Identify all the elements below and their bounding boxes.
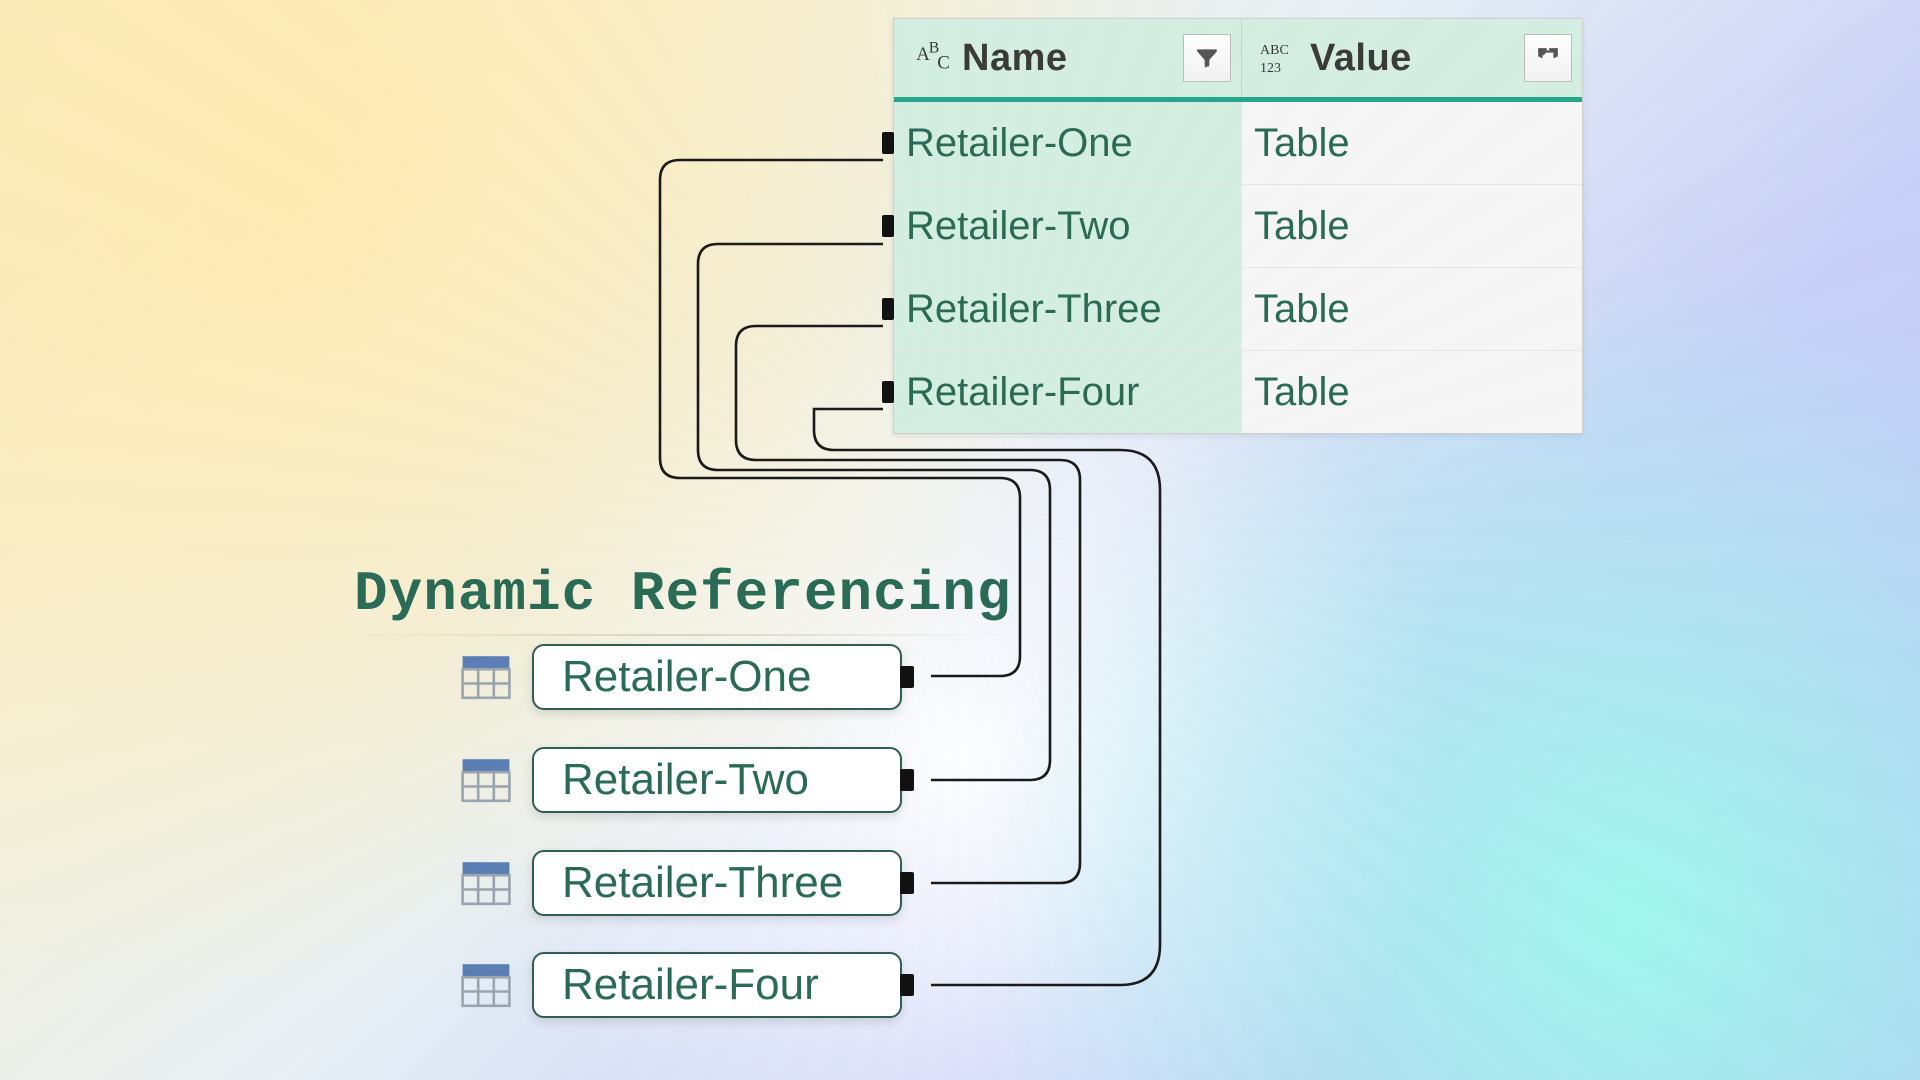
cell-value[interactable]: Table	[1242, 102, 1582, 184]
column-value-label: Value	[1310, 37, 1520, 80]
row-input-port	[882, 132, 894, 154]
query-output-port	[900, 769, 914, 791]
row-input-port	[882, 215, 894, 237]
query-output-port	[900, 974, 914, 996]
query-label: Retailer-Four	[562, 960, 819, 1010]
cell-value[interactable]: Table	[1242, 185, 1582, 267]
table-icon	[460, 959, 512, 1011]
filter-icon	[1194, 45, 1220, 71]
table-row[interactable]: Retailer-One Table	[894, 102, 1582, 185]
table-row[interactable]: Retailer-Four Table	[894, 351, 1582, 433]
cell-name: Retailer-Two	[894, 185, 1242, 267]
filter-button[interactable]	[1183, 34, 1231, 82]
query-output-port	[900, 872, 914, 894]
table-body: Retailer-One Table Retailer-Two Table Re…	[894, 102, 1582, 433]
svg-text:C: C	[937, 53, 950, 74]
row-input-port	[882, 381, 894, 403]
cell-name-text: Retailer-Four	[906, 370, 1139, 415]
column-header-name[interactable]: A B C Name	[894, 19, 1242, 97]
cell-name-text: Retailer-One	[906, 121, 1133, 166]
any-type-icon: ABC 123	[1252, 38, 1310, 78]
query-pill[interactable]: Retailer-Four	[532, 952, 902, 1018]
table-row[interactable]: Retailer-Two Table	[894, 185, 1582, 268]
table-row[interactable]: Retailer-Three Table	[894, 268, 1582, 351]
cell-name: Retailer-One	[894, 102, 1242, 184]
power-query-table: A B C Name	[893, 18, 1583, 434]
cell-name-text: Retailer-Three	[906, 287, 1162, 332]
query-item[interactable]: Retailer-Two	[460, 747, 902, 813]
cell-name: Retailer-Three	[894, 268, 1242, 350]
table-header-row: A B C Name	[894, 19, 1582, 102]
svg-text:123: 123	[1260, 61, 1281, 76]
table-icon	[460, 754, 512, 806]
table-icon	[460, 857, 512, 909]
row-input-port	[882, 298, 894, 320]
cell-value[interactable]: Table	[1242, 351, 1582, 433]
cell-name-text: Retailer-Two	[906, 204, 1131, 249]
cell-name: Retailer-Four	[894, 351, 1242, 433]
text-type-icon: A B C	[904, 37, 962, 79]
column-name-label: Name	[962, 37, 1179, 80]
column-header-value[interactable]: ABC 123 Value	[1242, 19, 1582, 97]
query-label: Retailer-One	[562, 652, 811, 702]
expand-button[interactable]	[1524, 34, 1572, 82]
query-output-port	[900, 666, 914, 688]
diagram-title: Dynamic Referencing	[348, 560, 1018, 628]
table-icon	[460, 651, 512, 703]
query-pill[interactable]: Retailer-One	[532, 644, 902, 710]
query-label: Retailer-Three	[562, 858, 843, 908]
query-pill[interactable]: Retailer-Three	[532, 850, 902, 916]
query-label: Retailer-Two	[562, 755, 809, 805]
expand-icon	[1535, 45, 1561, 71]
svg-text:ABC: ABC	[1260, 43, 1289, 58]
query-item[interactable]: Retailer-One	[460, 644, 902, 710]
query-item[interactable]: Retailer-Three	[460, 850, 902, 916]
cell-value[interactable]: Table	[1242, 268, 1582, 350]
query-pill[interactable]: Retailer-Two	[532, 747, 902, 813]
query-item[interactable]: Retailer-Four	[460, 952, 902, 1018]
